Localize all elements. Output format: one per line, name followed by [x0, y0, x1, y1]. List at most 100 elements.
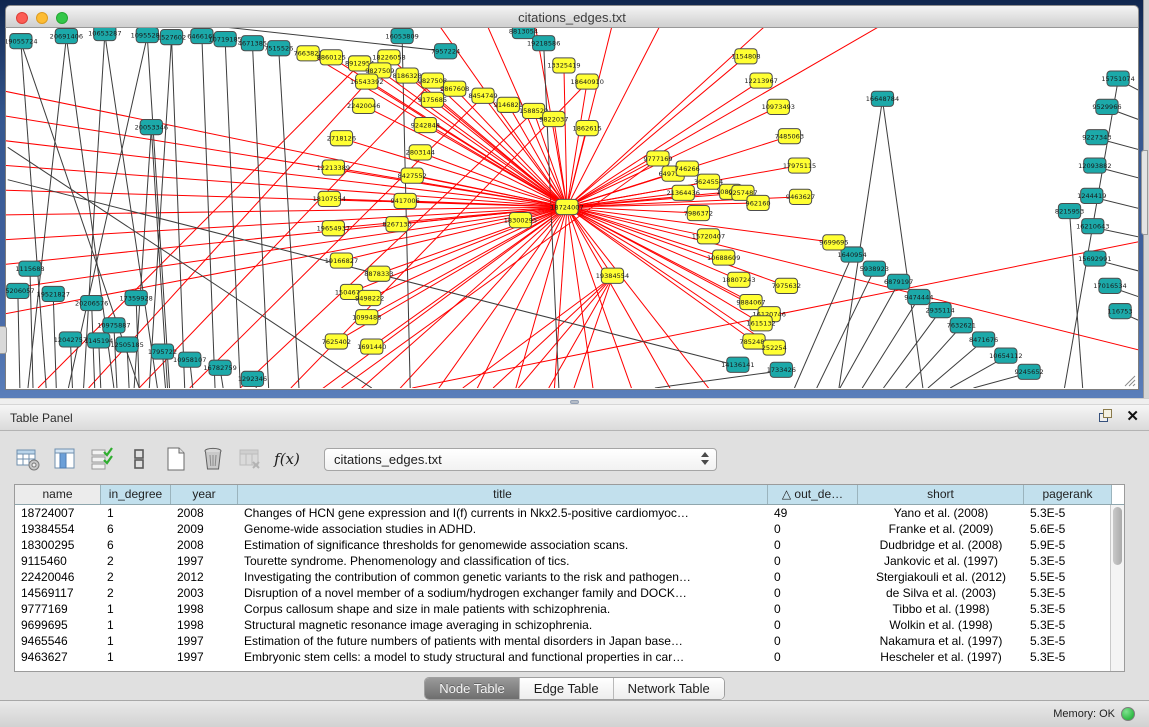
scrollbar-thumb[interactable] — [1113, 507, 1122, 565]
graph-node-label: 19055724 — [6, 37, 38, 45]
graph-node-label: 13325419 — [547, 62, 580, 70]
memory-label: Memory: OK — [1053, 708, 1115, 720]
table-scrollbar[interactable] — [1110, 505, 1124, 672]
graph-node-label: 12213389 — [317, 164, 350, 172]
column-header-name[interactable]: name — [15, 485, 101, 504]
node-table[interactable]: namein_degreeyeartitle△ out_de…shortpage… — [14, 484, 1125, 672]
close-panel-icon[interactable]: ✕ — [1126, 409, 1139, 424]
table-cell: 1 — [101, 505, 171, 521]
tab-network-table[interactable]: Network Table — [614, 678, 724, 699]
column-header-in_degree[interactable]: in_degree — [101, 485, 171, 504]
graph-node-label: 10653287 — [88, 29, 121, 37]
table-cell: 1 — [101, 601, 171, 617]
table-cell: Structural magnetic resonance image aver… — [238, 617, 768, 633]
table-cell: 2009 — [171, 521, 238, 537]
graph-node-label: 18640910 — [570, 78, 603, 86]
network-window-titlebar[interactable]: citations_edges.txt — [5, 5, 1139, 28]
memory-status[interactable]: Memory: OK — [1053, 707, 1135, 721]
graph-node-label: 1733426 — [767, 366, 796, 374]
table-cell: 19384554 — [15, 521, 101, 537]
graph-node-label: 18107554 — [313, 195, 346, 203]
graph-node-label: 12042757 — [54, 336, 87, 344]
table-row[interactable]: 1938455462009Genome-wide association stu… — [15, 521, 1124, 537]
network-canvas[interactable]: 1905572420691406106532871095528715276026… — [6, 28, 1138, 388]
graph-node-label: 21364436 — [667, 189, 700, 197]
graph-node-label: 19218586 — [527, 39, 560, 47]
column-header-pagerank[interactable]: pagerank — [1024, 485, 1112, 504]
table-cell: Changes of HCN gene expression and I(f) … — [238, 505, 768, 521]
control-panel-handle[interactable] — [0, 326, 7, 354]
table-cell: 0 — [768, 649, 858, 665]
table-cell: 14569117 — [15, 585, 101, 601]
results-panel-handle[interactable] — [1141, 150, 1148, 235]
graph-node-label: 8427552 — [398, 172, 427, 180]
graph-node-label: 9827508 — [418, 77, 447, 85]
graph-node-label: 1244419 — [1077, 192, 1106, 200]
table-cell: 2003 — [171, 585, 238, 601]
table-row[interactable]: 946362711997Embryonic stem cells: a mode… — [15, 649, 1124, 665]
table-row[interactable]: 1872400712008Changes of HCN gene express… — [15, 505, 1124, 521]
table-row[interactable]: 2242004622012Investigating the contribut… — [15, 569, 1124, 585]
graph-node-label: 8454749 — [468, 92, 497, 100]
column-header-year[interactable]: year — [171, 485, 238, 504]
table-cell: 5.3E-5 — [1024, 633, 1112, 649]
graph-node-label: 22420046 — [347, 102, 380, 110]
table-cell: 0 — [768, 601, 858, 617]
graph-node-label: 15692991 — [1078, 255, 1111, 263]
column-header-title[interactable]: title — [238, 485, 768, 504]
table-cell: 2 — [101, 553, 171, 569]
table-row[interactable]: 911546021997Tourette syndrome. Phenomeno… — [15, 553, 1124, 569]
window-resize-grip[interactable] — [1122, 373, 1136, 387]
graph-node-label: 9529966 — [1092, 103, 1121, 111]
show-column-icon[interactable] — [51, 445, 79, 473]
graph-node-label: 10973493 — [762, 103, 795, 111]
table-body: 1872400712008Changes of HCN gene express… — [15, 505, 1124, 665]
table-row[interactable]: 1830029562008Estimation of significance … — [15, 537, 1124, 553]
table-options-icon[interactable] — [14, 445, 42, 473]
splitter-handle-icon[interactable] — [570, 400, 579, 404]
float-panel-icon[interactable] — [1099, 409, 1114, 424]
function-builder-icon[interactable]: f(x) — [273, 445, 301, 473]
graph-node-label: 9175685 — [418, 96, 447, 104]
table-row[interactable]: 977716911998Corpus callosum shape and si… — [15, 601, 1124, 617]
graph-node-label: 17975115 — [783, 162, 816, 170]
table-cell: 0 — [768, 633, 858, 649]
column-header-short[interactable]: short — [858, 485, 1024, 504]
column-header-out_de[interactable]: △ out_de… — [768, 485, 858, 504]
graph-node-label: 9463627 — [786, 193, 815, 201]
table-cell: 9463627 — [15, 649, 101, 665]
network-view-window[interactable]: citations_edges.txt 19055724206914061065… — [5, 5, 1139, 391]
graph-node-label: 1691440 — [357, 343, 386, 351]
table-cell: 0 — [768, 553, 858, 569]
new-column-icon[interactable] — [162, 445, 190, 473]
graph-node-label: 6879197 — [884, 278, 913, 286]
graph-node-label: 1615132 — [746, 320, 775, 328]
table-cell: 18724007 — [15, 505, 101, 521]
table-toolbar: f(x) citations_edges.txt — [14, 443, 717, 475]
graph-node-label: 1099488 — [352, 314, 381, 322]
tab-edge-table[interactable]: Edge Table — [520, 678, 614, 699]
table-row[interactable]: 969969511998Structural magnetic resonanc… — [15, 617, 1124, 633]
rows-icon[interactable] — [125, 445, 153, 473]
graph-node-label: 9498222 — [355, 294, 384, 302]
graph-node-label: 25206057 — [6, 287, 35, 295]
table-row[interactable]: 1456911722003Disruption of a novel membe… — [15, 585, 1124, 601]
graph-node-label: 9227343 — [1082, 134, 1111, 142]
graph-node-label: 1145194 — [84, 337, 113, 345]
table-cell: 5.3E-5 — [1024, 617, 1112, 633]
graph-node-label: 8267130 — [382, 221, 411, 229]
tab-node-table[interactable]: Node Table — [425, 678, 520, 699]
table-cell: 6 — [101, 537, 171, 553]
delete-column-icon[interactable] — [199, 445, 227, 473]
graph-node-label: 7625402 — [322, 338, 351, 346]
table-selector-dropdown[interactable]: citations_edges.txt — [324, 448, 717, 471]
graph-node-label: 16543392 — [350, 78, 383, 86]
table-cell: 1998 — [171, 617, 238, 633]
table-cell: Disruption of a novel member of a sodium… — [238, 585, 768, 601]
graph-node-label: 19166827 — [325, 257, 358, 265]
table-row[interactable]: 946554611997Estimation of the future num… — [15, 633, 1124, 649]
table-cell: Investigating the contribution of common… — [238, 569, 768, 585]
graph-node-label: 1795722 — [148, 348, 177, 356]
row-select-icon[interactable] — [88, 445, 116, 473]
panel-splitter[interactable] — [0, 398, 1149, 405]
